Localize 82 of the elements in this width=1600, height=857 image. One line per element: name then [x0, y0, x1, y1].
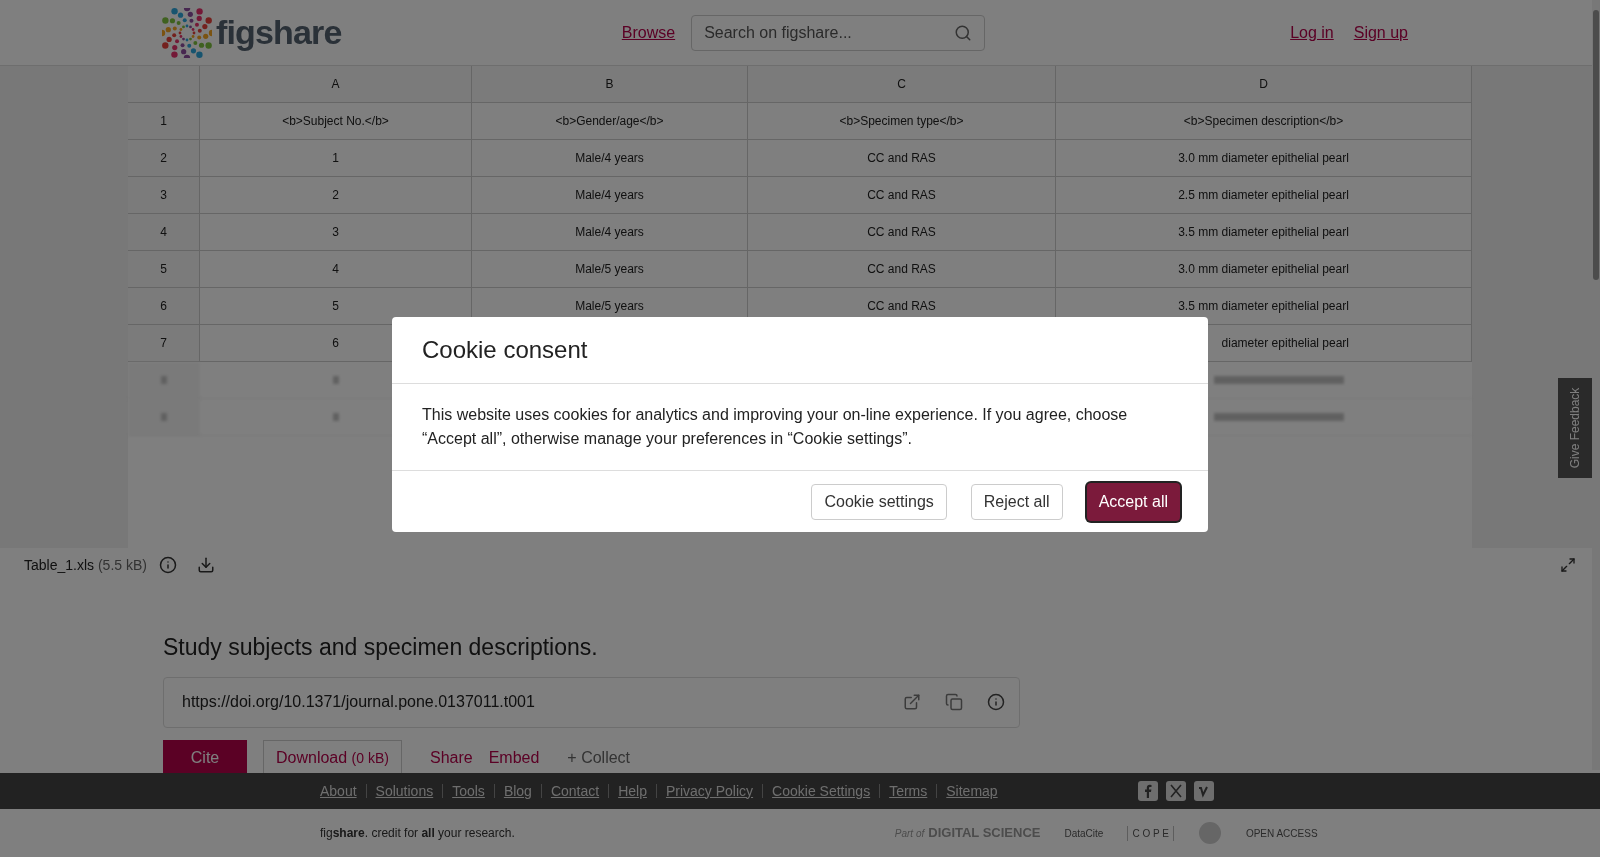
footer-link[interactable]: Solutions — [375, 780, 434, 802]
table-cell-text: Male/5 years — [575, 298, 644, 315]
logo-wordmark[interactable]: figshare — [216, 7, 342, 58]
partner-logo: DataCite — [1064, 826, 1104, 841]
item-title: Study subjects and specimen descriptions. — [163, 633, 599, 662]
row-number: 2 — [128, 140, 200, 176]
column-header[interactable]: C — [748, 66, 1056, 102]
table-cell-text: CC and RAS — [867, 261, 936, 278]
file-name: Table_1.xls (5.5 kB) — [24, 555, 147, 575]
row-number: 1 — [128, 103, 200, 139]
table-cell-text: Male/4 years — [575, 187, 644, 204]
table-cell-text: 3.5 mm diameter epithelial pearl — [1178, 224, 1349, 241]
table-cell-text: CC and RAS — [867, 298, 936, 315]
facebook-icon[interactable] — [1137, 781, 1158, 801]
table-cell-text: <b>Specimen description</b> — [1183, 113, 1344, 130]
table-cell-text: 3.0 mm diameter epithelial pearl — [1178, 150, 1349, 167]
vimeo-icon[interactable] — [1193, 781, 1214, 801]
tagline: figshare. credit for all your research. — [320, 825, 515, 842]
row-number: 7 — [128, 325, 200, 361]
collect-link[interactable]: + Collect — [567, 745, 631, 770]
column-header[interactable]: A — [200, 66, 472, 102]
feedback-tab[interactable]: Give Feedback — [1558, 378, 1592, 478]
table-cell-text: 5 — [332, 298, 339, 315]
footer-link[interactable]: About — [320, 780, 357, 802]
table-cell-text: 6 — [332, 335, 339, 352]
search-input[interactable]: Search on figshare... — [704, 20, 955, 45]
info-icon[interactable] — [987, 693, 1005, 711]
table-cell-text: 3.5 mm diameter epithelial pearl — [1178, 298, 1349, 315]
partner-logo: C O P E — [1127, 825, 1174, 841]
copy-icon[interactable] — [945, 693, 963, 711]
column-header[interactable]: B — [472, 66, 748, 102]
footer-link[interactable]: Contact — [550, 780, 600, 802]
row-number: 3 — [128, 177, 200, 213]
x-logo-icon[interactable] — [1165, 781, 1186, 801]
auth-link[interactable]: Log in — [1290, 20, 1334, 45]
footer-link[interactable]: Tools — [452, 780, 485, 802]
table-cell-text: Male/5 years — [575, 261, 644, 278]
table-cell-text: 3.0 mm diameter epithelial pearl — [1178, 261, 1349, 278]
action-link[interactable]: Share — [429, 745, 473, 770]
table-cell-text: <b>Gender/age</b> — [555, 113, 664, 130]
nav-link[interactable]: Browse — [621, 20, 676, 45]
table-cell-text: CC and RAS — [867, 224, 936, 241]
table-cell-text: 2 — [332, 187, 339, 204]
table-cell-text: 2.5 mm diameter epithelial pearl — [1178, 187, 1349, 204]
table-cell-text: <b>Specimen type</b> — [839, 113, 964, 130]
auth-link[interactable]: Sign up — [1353, 20, 1408, 45]
external-link-icon[interactable] — [903, 693, 921, 711]
table-cell-text: <b>Subject No.</b> — [282, 113, 389, 130]
table-cell-text: Male/4 years — [575, 224, 644, 241]
table-cell-text: 3 — [332, 224, 339, 241]
cite-button[interactable]: Cite — [163, 739, 247, 776]
dialog-title: Cookie consent — [422, 335, 588, 365]
footer-link[interactable]: Privacy Policy — [665, 780, 754, 802]
search-icon[interactable] — [954, 23, 973, 42]
seal-icon — [1197, 821, 1222, 845]
download-icon[interactable] — [196, 556, 215, 574]
table-cell-text: diameter epithelial pearl — [1221, 335, 1349, 352]
footer-link[interactable]: Blog — [503, 780, 532, 802]
doi-link[interactable]: https://doi.org/10.1371/journal.pone.0137011.t001 — [182, 690, 879, 714]
row-number: 6 — [128, 288, 200, 324]
footer-link[interactable]: Help — [618, 780, 647, 802]
logo-icon — [162, 7, 212, 58]
row-number: 5 — [128, 251, 200, 287]
dialog-button[interactable]: Reject all — [970, 483, 1063, 520]
table-cell-text: Male/4 years — [575, 150, 644, 167]
footer-link[interactable]: Terms — [889, 780, 928, 802]
dialog-button[interactable]: Cookie settings — [811, 483, 947, 520]
dialog-text: This website uses cookies for analytics and improving your on-line experience. If you agree, choose “Accept all”, otherwise manage your preferences in “Cookie settings”. — [422, 405, 1129, 449]
row-number: 4 — [128, 214, 200, 250]
action-link[interactable]: Embed — [488, 745, 540, 770]
accept-button[interactable]: Accept all — [1086, 482, 1180, 521]
table-cell-text: 1 — [332, 150, 339, 167]
partner-logo: OPEN ACCESS — [1245, 826, 1318, 841]
table-cell-text: CC and RAS — [867, 187, 936, 204]
table-cell-text: CC and RAS — [867, 150, 936, 167]
fullscreen-icon[interactable] — [1560, 557, 1576, 573]
search-field[interactable]: Search on figshare... — [691, 14, 986, 51]
column-header[interactable]: D — [1056, 66, 1472, 102]
info-icon[interactable] — [158, 556, 177, 574]
footer-link[interactable]: Cookie Settings — [772, 780, 871, 802]
footer-link[interactable]: Sitemap — [946, 780, 998, 802]
table-cell-text: 4 — [332, 261, 339, 278]
